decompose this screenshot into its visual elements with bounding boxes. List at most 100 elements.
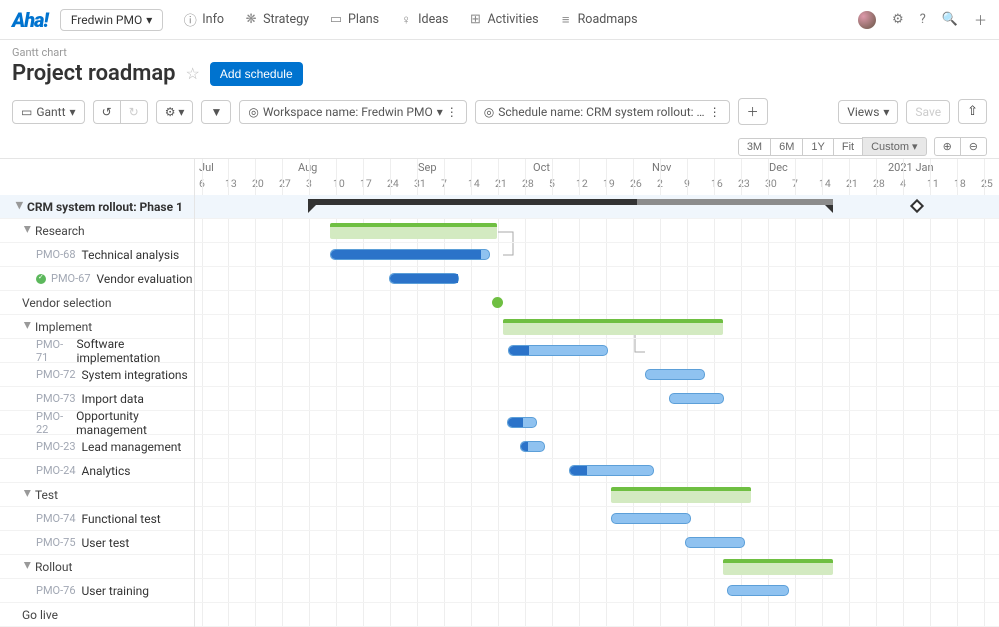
nav-info[interactable]: ⓘInfo xyxy=(183,12,224,27)
task-bar[interactable] xyxy=(520,441,545,452)
settings-dropdown[interactable]: ⚙ ▾ xyxy=(156,100,194,124)
task-bar[interactable] xyxy=(727,585,789,596)
gantt: ▶ CRM system rollout: Phase 1 ▶ Research… xyxy=(0,158,999,627)
gantt-dropdown[interactable]: ▭ Gantt ▾ xyxy=(12,100,85,124)
gantt-row xyxy=(195,483,999,507)
chevron-down-icon: ▾ xyxy=(146,13,152,27)
gantt-right-panel[interactable]: JulAugSepOctNovDec2021 Jan 6132027310172… xyxy=(195,159,999,627)
phase-milestone[interactable] xyxy=(910,199,924,213)
month-label: Nov xyxy=(652,161,671,174)
add-icon[interactable]: ＋ xyxy=(974,10,987,29)
task-row[interactable]: PMO-24Analytics xyxy=(0,459,194,483)
task-bar[interactable] xyxy=(507,417,537,428)
gantt-row xyxy=(195,579,999,603)
add-schedule-button[interactable]: Add schedule xyxy=(210,62,303,86)
nav-roadmaps[interactable]: ≡Roadmaps xyxy=(559,12,638,27)
day-label: 18 xyxy=(954,177,966,190)
workspace-name: Fredwin PMO xyxy=(71,13,142,27)
task-id: PMO-75 xyxy=(36,536,76,549)
search-icon[interactable]: 🔍 xyxy=(942,12,958,27)
day-label: 14 xyxy=(468,177,480,190)
task-row[interactable]: PMO-71Software implementation xyxy=(0,339,194,363)
phase-row[interactable]: ▶ CRM system rollout: Phase 1 xyxy=(0,195,194,219)
star-icon[interactable]: ☆ xyxy=(186,64,200,83)
breadcrumb: Gantt chart xyxy=(12,46,987,59)
zoom-6m[interactable]: 6M xyxy=(770,138,803,156)
task-bar[interactable] xyxy=(330,249,490,260)
task-row[interactable]: PMO-73Import data xyxy=(0,387,194,411)
gantt-row xyxy=(195,267,999,291)
zoom-fit[interactable]: Fit xyxy=(833,138,863,156)
workspace-switcher[interactable]: Fredwin PMO ▾ xyxy=(60,9,163,31)
day-label: 27 xyxy=(279,177,291,190)
undo-button[interactable]: ↺ xyxy=(93,100,120,124)
schedule-filter[interactable]: ◎ Schedule name: CRM system rollout: … ⋮ xyxy=(475,100,730,124)
gantt-row xyxy=(195,291,999,315)
task-name: Opportunity management xyxy=(76,409,194,437)
task-row[interactable]: PMO-23Lead management xyxy=(0,435,194,459)
group-row[interactable]: ▶ Research xyxy=(0,219,194,243)
task-row[interactable]: PMO-74Functional test xyxy=(0,507,194,531)
task-row[interactable]: PMO-22Opportunity management xyxy=(0,411,194,435)
toolbar: ▭ Gantt ▾ ↺ ↻ ⚙ ▾ ▼ ◎ Workspace name: Fr… xyxy=(0,94,999,133)
group-bar[interactable] xyxy=(611,487,751,503)
group-row[interactable]: ▶ Test xyxy=(0,483,194,507)
task-bar[interactable] xyxy=(569,465,654,476)
avatar[interactable] xyxy=(858,11,876,29)
nav-plans[interactable]: ▭Plans xyxy=(329,12,379,27)
group-bar[interactable] xyxy=(503,319,723,335)
gantt-row xyxy=(195,507,999,531)
zoom-1y[interactable]: 1Y xyxy=(802,138,833,156)
gantt-row xyxy=(195,531,999,555)
roadmaps-icon: ≡ xyxy=(559,13,573,27)
nav-activities[interactable]: ⊞Activities xyxy=(468,12,538,27)
group-bar[interactable] xyxy=(330,223,497,239)
task-row[interactable]: PMO-76User training xyxy=(0,579,194,603)
task-bar[interactable] xyxy=(669,393,724,404)
top-nav: Aha! Fredwin PMO ▾ ⓘInfo ❋Strategy ▭Plan… xyxy=(0,0,999,40)
group-row[interactable]: ▶ Implement xyxy=(0,315,194,339)
day-label: 26 xyxy=(630,177,642,190)
task-row[interactable]: PMO-68Technical analysis xyxy=(0,243,194,267)
group-row[interactable]: Vendor selection xyxy=(0,291,194,315)
task-bar[interactable] xyxy=(685,537,745,548)
task-id: PMO-74 xyxy=(36,512,76,525)
redo-button[interactable]: ↻ xyxy=(120,100,148,124)
group-row[interactable]: Go live xyxy=(0,603,194,627)
settings-icon[interactable]: ⚙ xyxy=(892,12,904,27)
day-label: 21 xyxy=(495,177,507,190)
views-dropdown[interactable]: Views ▾ xyxy=(838,100,898,124)
task-bar[interactable] xyxy=(389,273,459,284)
zoom-out-button[interactable]: ⊖ xyxy=(960,137,987,156)
gantt-row xyxy=(195,603,999,627)
zoom-3m[interactable]: 3M xyxy=(738,138,771,156)
chevron-icon: ▶ xyxy=(22,490,32,500)
save-button[interactable]: Save xyxy=(906,100,950,124)
group-row[interactable]: ▶ Rollout xyxy=(0,555,194,579)
help-icon[interactable]: ? xyxy=(920,12,926,27)
phase-bar[interactable] xyxy=(308,199,833,205)
task-row[interactable]: PMO-75User test xyxy=(0,531,194,555)
milestone-circle[interactable] xyxy=(492,297,503,308)
task-row[interactable]: PMO-67Vendor evaluation xyxy=(0,267,194,291)
gantt-row xyxy=(195,387,999,411)
zoom-custom[interactable]: Custom ▾ xyxy=(862,137,926,156)
workspace-filter[interactable]: ◎ Workspace name: Fredwin PMO ▾ ⋮ xyxy=(239,100,466,124)
day-label: 12 xyxy=(576,177,588,190)
add-filter-button[interactable]: ＋ xyxy=(738,98,768,125)
check-icon xyxy=(36,274,46,284)
share-button[interactable]: ⇧ xyxy=(958,99,987,124)
gantt-row xyxy=(195,459,999,483)
task-bar[interactable] xyxy=(611,513,691,524)
zoom-in-button[interactable]: ⊕ xyxy=(934,137,961,156)
task-bar[interactable] xyxy=(508,345,608,356)
day-label: 30 xyxy=(765,177,777,190)
task-bar[interactable] xyxy=(645,369,705,380)
chevron-icon: ▶ xyxy=(14,202,24,212)
nav-ideas[interactable]: ♀Ideas xyxy=(399,12,448,27)
task-row[interactable]: PMO-72System integrations xyxy=(0,363,194,387)
nav-strategy[interactable]: ❋Strategy xyxy=(244,12,309,27)
group-bar[interactable] xyxy=(723,559,833,575)
filter-button[interactable]: ▼ xyxy=(201,100,231,124)
day-label: 25 xyxy=(981,177,993,190)
